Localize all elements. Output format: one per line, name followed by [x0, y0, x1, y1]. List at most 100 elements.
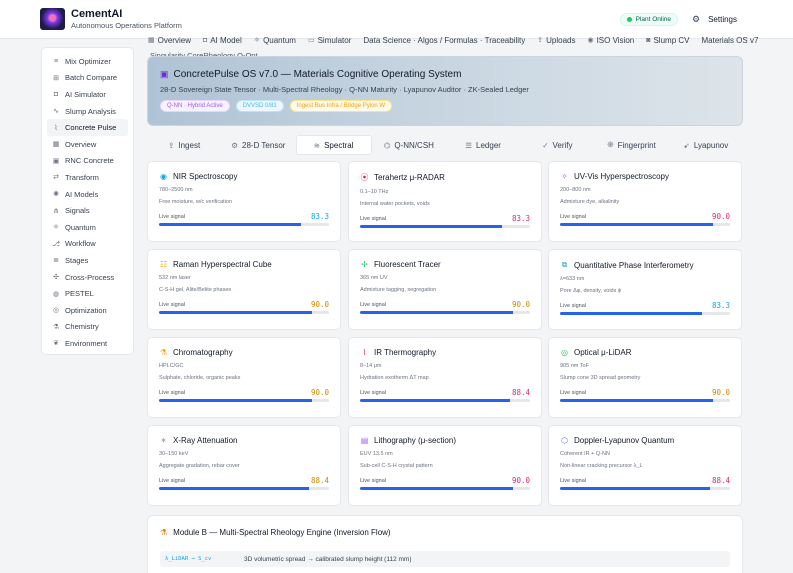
sensor-card-terahertz-radar[interactable]: ⦿ Terahertz μ-RADAR 0.1–10 THz Internal wat… — [348, 161, 542, 242]
live-signal-label: Live signal — [560, 302, 586, 309]
sidebar-item-chemistry[interactable]: ⚗ Chemistry — [47, 319, 128, 336]
sidebar-item-label: AI Simulator — [65, 89, 106, 99]
card-spec: 8–14 μm — [360, 363, 382, 369]
settings-button[interactable]: ⚙ Settings — [692, 14, 737, 25]
card-description: Sub-cell C-S-H crystal pattern — [360, 463, 433, 469]
card-description: Admixture dye, alkalinity — [560, 199, 620, 205]
sidebar-item-pestel[interactable]: ◍ PESTEL — [47, 285, 128, 302]
stack-icon: ⧉ — [561, 260, 568, 269]
sensor-card-optical-lidar[interactable]: ◎ Optical μ-LiDAR 905 nm ToF Slump cone 3D … — [548, 337, 742, 418]
signal-bar-fill — [159, 311, 312, 314]
sidebar-item-batch-compare[interactable]: ⊞ Batch Compare — [47, 70, 128, 87]
signal-bar-fill — [560, 487, 711, 490]
sensor-card-x-ray-attenuation[interactable]: ✶ X-Ray Attenuation 30–150 keV Aggregate gr… — [147, 425, 341, 506]
live-signal-label: Live signal — [159, 477, 185, 484]
signal-bar-fill — [159, 399, 312, 402]
atom-icon: ⚛ — [253, 37, 261, 44]
sidebar-item-optimization[interactable]: ◎ Optimization — [47, 302, 128, 319]
tab-fingerprint[interactable]: ֍ Fingerprint — [595, 135, 669, 155]
card-spec: 200–800 nm — [560, 187, 591, 193]
module-b-desc: 3D volumetric spread → calibrated slump … — [244, 555, 412, 563]
sidebar-item-ai-simulator[interactable]: ◘ AI Simulator — [47, 86, 128, 103]
live-signal-label: Live signal — [360, 477, 386, 484]
sensor-card-raman-hyperspectral-cube[interactable]: ☷ Raman Hyperspectral Cube 532 nm laser C-S… — [147, 249, 341, 330]
hero-title: ConcretePulse OS v7.0 — Materials Cognit… — [173, 69, 462, 80]
tab-ingest[interactable]: ⇪ Ingest — [147, 135, 221, 155]
sidebar-item-overview[interactable]: ▦ Overview — [47, 136, 128, 153]
sidebar-item-transform[interactable]: ⇄ Transform — [47, 169, 128, 186]
live-signal-label: Live signal — [560, 213, 586, 220]
signal-bar — [360, 311, 530, 314]
sidebar-item-label: Concrete Pulse — [65, 123, 117, 133]
live-signal-label: Live signal — [159, 213, 185, 220]
topnav-label: Quantum — [263, 35, 296, 45]
signal-bar-fill — [159, 223, 301, 226]
card-title: Terahertz μ-RADAR — [374, 173, 445, 182]
signal-bar-fill — [159, 487, 310, 490]
live-signal-value: 90.0 — [711, 212, 730, 221]
sidebar-item-stages[interactable]: ≣ Stages — [47, 252, 128, 269]
brain-icon: ✺ — [53, 191, 59, 199]
topnav-label: ISO Vision — [596, 35, 635, 45]
chip-dvvsd: DVVSD 0/81 — [235, 100, 284, 112]
card-title: Lithography (μ-section) — [374, 436, 456, 445]
topnav-item-1[interactable]: ◘ AI Model — [203, 33, 242, 47]
topnav-item-3[interactable]: ▭ Simulator — [308, 33, 351, 47]
tab-label: Fingerprint — [617, 140, 656, 150]
card-title: IR Thermography — [374, 348, 437, 357]
sidebar-item-environment[interactable]: ❦ Environment — [47, 335, 128, 352]
tab-ledger[interactable]: ☰ Ledger — [446, 135, 520, 155]
sensor-card-quantitative-phase-interferometry[interactable]: ⧉ Quantitative Phase Interferometry λ=633 … — [548, 249, 742, 330]
sidebar-item-label: Chemistry — [65, 322, 99, 332]
sidebar-item-rnc-concrete[interactable]: ▣ RNC Concrete — [47, 153, 128, 170]
tab-lyapunov[interactable]: ➹ Lyapunov — [669, 135, 743, 155]
sidebar-item-slump-analysis[interactable]: ∿ Slump Analysis — [47, 103, 128, 120]
signal-bar — [560, 487, 730, 490]
cube-icon: ▣ — [160, 69, 169, 79]
module-b-code: λ_LiDAR → S_cv — [165, 556, 212, 562]
sidebar-item-cross-process[interactable]: ✣ Cross-Process — [47, 269, 128, 286]
live-signal-value: 83.3 — [511, 214, 530, 223]
sidebar-item-mix-optimizer[interactable]: ≡ Mix Optimizer — [47, 53, 128, 70]
tab-spectral[interactable]: ≋ Spectral — [295, 135, 372, 155]
live-signal-label: Live signal — [360, 301, 386, 308]
signal-bar — [159, 487, 329, 490]
card-description: Sulphate, chloride, organic peaks — [159, 375, 241, 381]
tab-label: Ingest — [178, 140, 201, 150]
tab-verify[interactable]: ✓ Verify — [520, 135, 594, 155]
sensor-card-chromatography[interactable]: ⚗ Chromatography HPLC/GC Sulphate, chloride… — [147, 337, 341, 418]
topnav-item-7[interactable]: ◙ Slump CV — [646, 33, 689, 47]
live-signal-value: 90.0 — [711, 388, 730, 397]
sidebar-item-quantum[interactable]: ⚛ Quantum — [47, 219, 128, 236]
sensor-card-fluorescent-tracer[interactable]: ✢ Fluorescent Tracer 365 nm UV Admixture ta… — [348, 249, 542, 330]
sensor-card-uv-vis-hyperspectroscopy[interactable]: ✧ UV-Vis Hyperspectroscopy 200–800 nm Admix… — [548, 161, 742, 242]
topnav-item-8[interactable]: Materials OS v7 — [701, 33, 758, 47]
hero-chips: Q-NN · Hybrid Active DVVSD 0/81 Ingest B… — [160, 100, 730, 112]
topnav-item-0[interactable]: ▦ Overview — [148, 33, 191, 47]
flask-icon: ⚗ — [52, 323, 60, 331]
topnav-label: Uploads — [546, 35, 576, 45]
hero-banner: ▣ ConcretePulse OS v7.0 — Materials Cogn… — [147, 56, 743, 126]
tab-label: Spectral — [324, 140, 354, 150]
topnav-item-2[interactable]: ⚛ Quantum — [254, 33, 296, 47]
sensor-card-nir-spectroscopy[interactable]: ◉ NIR Spectroscopy 780–2500 nm Free moistur… — [147, 161, 341, 242]
tab-q-nn-csh[interactable]: ⌬ Q-NN/CSH — [372, 135, 446, 155]
target-icon: ◎ — [52, 307, 60, 315]
topnav-item-4[interactable]: Data Science · Algos / Formulas · Tracea… — [363, 33, 525, 47]
topnav-item-5[interactable]: ⇪ Uploads — [537, 33, 575, 47]
signal-bar — [560, 399, 730, 402]
sensor-card-doppler-lyapunov-quantum[interactable]: ⬡ Doppler-Lyapunov Quantum Coherent IR + Q… — [548, 425, 742, 506]
sidebar-item-workflow[interactable]: ⎇ Workflow — [47, 236, 128, 253]
topnav-item-6[interactable]: ◉ ISO Vision — [587, 33, 634, 47]
gear-icon: ⚙ — [231, 140, 239, 150]
tab-28-d-tensor[interactable]: ⚙ 28-D Tensor — [221, 135, 295, 155]
sidebar-item-concrete-pulse[interactable]: ⌇ Concrete Pulse — [47, 119, 128, 136]
globe-icon: ◍ — [52, 290, 60, 298]
sidebar-item-ai-models[interactable]: ✺ AI Models — [47, 186, 128, 203]
sensor-card-ir-thermography[interactable]: ⌇ IR Thermography 8–14 μm Hydration exother… — [348, 337, 542, 418]
network-icon: ⌬ — [383, 140, 391, 150]
sidebar-item-signals[interactable]: ⋔ Signals — [47, 202, 128, 219]
live-signal-value: 83.3 — [711, 301, 730, 310]
sensor-card-lithography-section[interactable]: ▤ Lithography (μ-section) EUV 13.5 nm Sub-c… — [348, 425, 542, 506]
module-b-title: Module B — Multi-Spectral Rheology Engin… — [173, 528, 391, 537]
